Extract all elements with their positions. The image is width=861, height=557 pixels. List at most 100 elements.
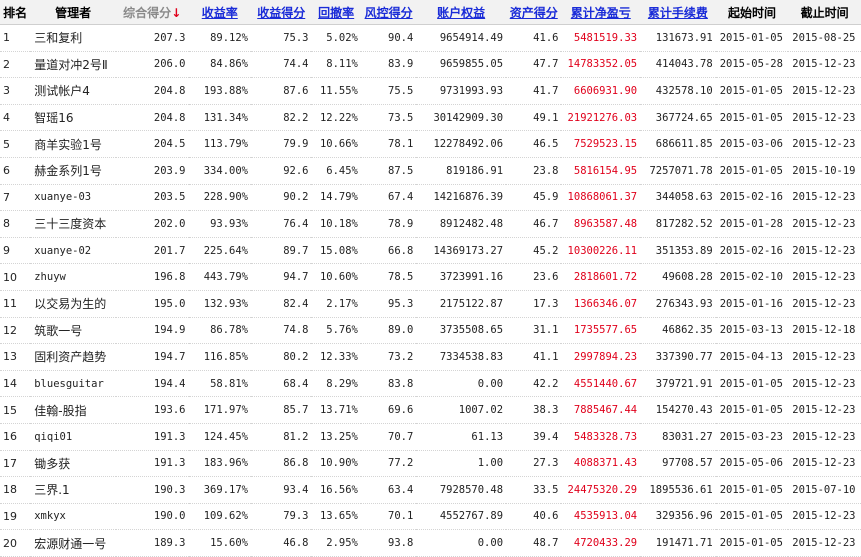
composite-score-cell: 201.7 [115,237,189,265]
composite-score-cell: 206.0 [115,51,189,79]
header-composite-score[interactable]: 综合得分↓ [115,0,189,25]
asset-score-cell: 47.7 [506,51,562,79]
cum-fee-cell: 154270.43 [640,396,716,424]
composite-score-cell: 190.0 [115,503,189,531]
cum-profit-cell: 1366346.07 [561,290,641,318]
header-risk-score-link[interactable]: 风控得分 [360,0,417,25]
end-time-cell: 2015-12-23 [788,77,861,105]
end-time-cell: 2015-12-23 [788,370,861,398]
asset-score-cell: 27.3 [506,450,562,478]
equity-cell: 12278492.06 [416,130,507,158]
composite-score-cell: 191.3 [115,450,189,478]
rank-cell: 12 [0,317,31,345]
return-rate-cell: 93.93% [188,210,251,238]
return-rate-cell: 193.88% [188,77,251,105]
cum-fee-cell: 686611.85 [640,130,716,158]
composite-score-cell: 189.3 [115,529,189,557]
header-asset-score-link[interactable]: 资产得分 [506,0,562,25]
risk-score-cell: 78.1 [360,130,417,158]
header-drawdown-link[interactable]: 回撤率 [311,0,361,25]
rank-cell: 5 [0,130,31,158]
table-row: 6 赫金系列1号 203.9 334.00% 92.6 6.45% 87.5 819186.9… [0,157,861,185]
rank-cell: 10 [0,263,31,291]
header-start-time: 起始时间 [715,0,789,25]
drawdown-cell: 13.71% [311,396,361,424]
end-time-cell: 2015-12-23 [788,51,861,79]
composite-score-cell: 203.5 [115,184,189,212]
start-time-cell: 2015-01-05 [715,104,789,132]
rank-cell: 4 [0,104,31,132]
risk-score-cell: 93.8 [360,529,417,557]
return-score-cell: 75.3 [251,24,312,52]
drawdown-cell: 14.79% [311,184,361,212]
risk-score-cell: 78.5 [360,263,417,291]
risk-score-cell: 87.5 [360,157,417,185]
start-time-cell: 2015-03-23 [715,423,789,451]
end-time-cell: 2015-12-23 [788,396,861,424]
composite-score-cell: 203.9 [115,157,189,185]
rank-cell: 15 [0,396,31,424]
start-time-cell: 2015-01-05 [715,24,789,52]
start-time-cell: 2015-01-05 [715,396,789,424]
asset-score-cell: 45.9 [506,184,562,212]
manager-cell: 商羊实验1号 [30,130,116,158]
start-time-cell: 2015-01-28 [715,210,789,238]
end-time-cell: 2015-12-23 [788,343,861,371]
return-score-cell: 76.4 [251,210,312,238]
return-rate-cell: 113.79% [188,130,251,158]
table-row: 15 佳翰-股指 193.6 171.97% 85.7 13.71% 69.6 1007.02… [0,396,861,424]
header-return-rate-link[interactable]: 收益率 [188,0,251,25]
risk-score-cell: 73.5 [360,104,417,132]
equity-cell: 9731993.93 [416,77,507,105]
asset-score-cell: 39.4 [506,423,562,451]
header-equity-link[interactable]: 账户权益 [416,0,507,25]
cum-fee-cell: 83031.27 [640,423,716,451]
header-cum-profit-link[interactable]: 累计净盈亏 [561,0,641,25]
table-row: 11 以交易为生的 195.0 132.93% 82.4 2.17% 95.3 2175122… [0,290,861,318]
start-time-cell: 2015-01-05 [715,77,789,105]
return-rate-cell: 15.60% [188,529,251,557]
start-time-cell: 2015-02-10 [715,263,789,291]
end-time-cell: 2015-12-23 [788,503,861,531]
asset-score-cell: 41.1 [506,343,562,371]
asset-score-cell: 45.2 [506,237,562,265]
end-time-cell: 2015-08-25 [788,24,861,52]
drawdown-cell: 5.02% [311,24,361,52]
header-return-score-link[interactable]: 收益得分 [251,0,312,25]
manager-cell: 锄多获 [30,450,116,478]
cum-profit-cell: 5816154.95 [561,157,641,185]
start-time-cell: 2015-05-06 [715,450,789,478]
risk-score-cell: 83.9 [360,51,417,79]
cum-fee-cell: 131673.91 [640,24,716,52]
risk-score-cell: 67.4 [360,184,417,212]
equity-cell: 9654914.49 [416,24,507,52]
drawdown-cell: 10.90% [311,450,361,478]
cum-fee-cell: 379721.91 [640,370,716,398]
header-cum-fee-link[interactable]: 累计手续费 [640,0,716,25]
return-rate-cell: 228.90% [188,184,251,212]
drawdown-cell: 16.56% [311,476,361,504]
return-score-cell: 79.9 [251,130,312,158]
manager-cell: bluesguitar [30,370,116,398]
equity-cell: 61.13 [416,423,507,451]
table-row: 18 三界.1 190.3 369.17% 93.4 16.56% 63.4 7928570.… [0,476,861,504]
return-score-cell: 89.7 [251,237,312,265]
start-time-cell: 2015-03-13 [715,317,789,345]
cum-profit-cell: 1735577.65 [561,317,641,345]
risk-score-cell: 69.6 [360,396,417,424]
composite-score-cell: 194.7 [115,343,189,371]
cum-fee-cell: 432578.10 [640,77,716,105]
manager-cell: 宏源财通一号 [30,529,116,557]
drawdown-cell: 8.11% [311,51,361,79]
composite-score-cell: 195.0 [115,290,189,318]
end-time-cell: 2015-07-10 [788,476,861,504]
risk-score-cell: 95.3 [360,290,417,318]
return-score-cell: 74.8 [251,317,312,345]
rank-cell: 3 [0,77,31,105]
start-time-cell: 2015-02-16 [715,237,789,265]
return-rate-cell: 334.00% [188,157,251,185]
return-score-cell: 82.2 [251,104,312,132]
return-score-cell: 92.6 [251,157,312,185]
rank-cell: 16 [0,423,31,451]
return-rate-cell: 124.45% [188,423,251,451]
